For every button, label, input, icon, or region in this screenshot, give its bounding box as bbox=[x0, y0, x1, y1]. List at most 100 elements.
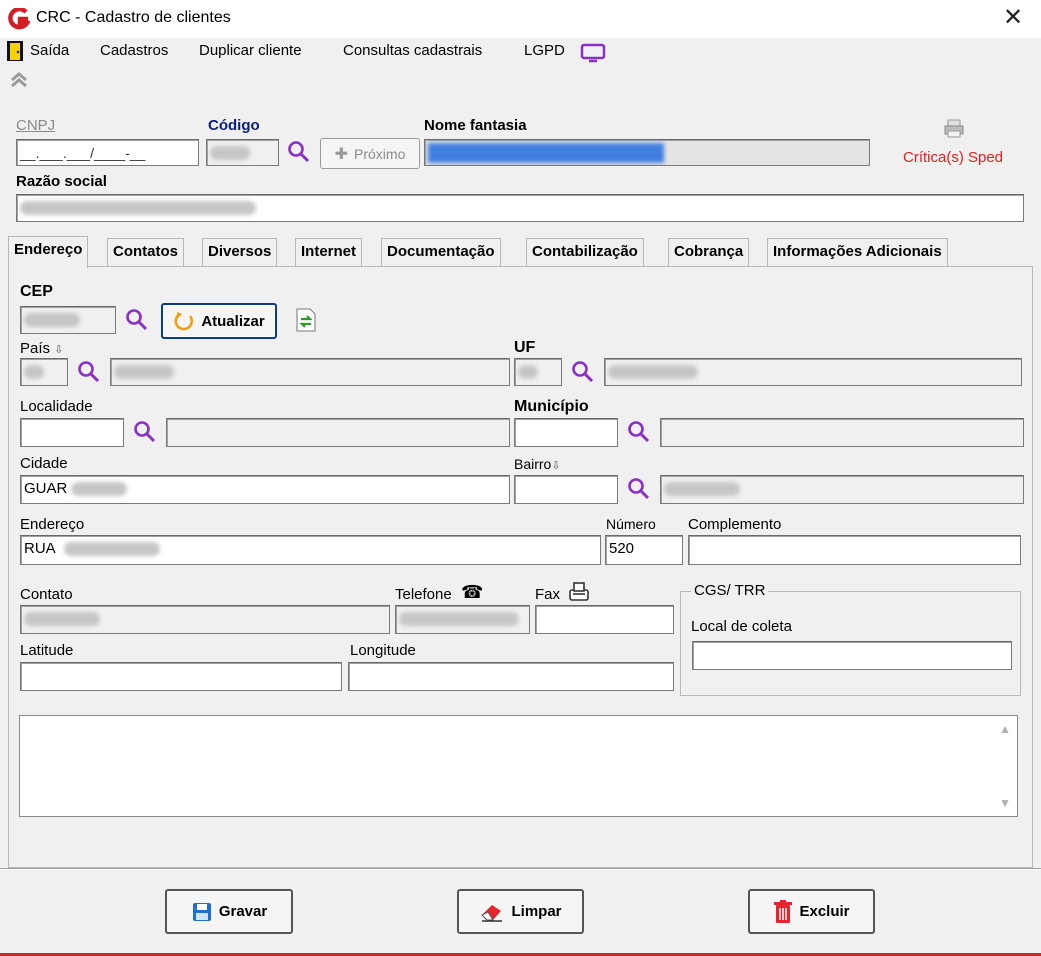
cnpj-input[interactable]: __.___.___/____-__ bbox=[16, 139, 199, 166]
title-bar: CRC - Cadastro de clientes ✕ bbox=[0, 0, 1041, 38]
close-button[interactable]: ✕ bbox=[998, 4, 1028, 34]
menu-bar: Saída Cadastros Duplicar cliente Consult… bbox=[0, 38, 1041, 66]
localidade-code-input[interactable] bbox=[20, 418, 124, 447]
trash-icon bbox=[774, 899, 793, 923]
proximo-label: Próximo bbox=[354, 145, 406, 162]
menu-consultas-cadastrais[interactable]: Consultas cadastrais bbox=[343, 42, 482, 59]
latitude-label: Latitude bbox=[20, 642, 74, 659]
menu-lgpd[interactable]: LGPD bbox=[524, 42, 565, 59]
atualizar-button[interactable]: Atualizar bbox=[161, 303, 277, 339]
proximo-button[interactable]: ✚ Próximo bbox=[320, 138, 420, 169]
nome-fantasia-label: Nome fantasia bbox=[424, 117, 527, 134]
menu-duplicar-cliente[interactable]: Duplicar cliente bbox=[199, 42, 302, 59]
criticas-sped-link[interactable]: Crítica(s) Sped bbox=[903, 149, 1003, 166]
tab-endereco[interactable]: Endereço bbox=[8, 236, 89, 268]
contato-input[interactable] bbox=[20, 605, 390, 634]
contato-label: Contato bbox=[20, 586, 73, 603]
scroll-down-icon[interactable]: ▼ bbox=[999, 796, 1011, 810]
codigo-input[interactable] bbox=[206, 139, 279, 166]
complemento-input[interactable] bbox=[688, 535, 1021, 565]
tab-documentacao[interactable]: Documentação bbox=[381, 238, 501, 266]
pais-code-input[interactable] bbox=[20, 358, 68, 386]
window-title: CRC - Cadastro de clientes bbox=[36, 9, 231, 26]
limpar-label: Limpar bbox=[511, 903, 562, 920]
tab-informacoes-adicionais[interactable]: Informações Adicionais bbox=[767, 238, 948, 266]
tab-contabilizacao[interactable]: Contabilização bbox=[526, 238, 644, 266]
scroll-up-icon[interactable]: ▲ bbox=[999, 722, 1011, 736]
cep-label: CEP bbox=[20, 283, 53, 300]
search-codigo-icon[interactable] bbox=[286, 139, 312, 165]
uf-name-input[interactable] bbox=[604, 358, 1022, 386]
search-bairro-icon[interactable] bbox=[626, 476, 652, 502]
app-logo-icon bbox=[8, 8, 30, 30]
endereco-value: RUA bbox=[24, 540, 56, 557]
fax-label: Fax bbox=[535, 586, 561, 603]
municipio-name-input[interactable] bbox=[660, 418, 1024, 447]
refresh-icon bbox=[174, 312, 194, 331]
search-cep-icon[interactable] bbox=[124, 307, 150, 333]
local-coleta-input[interactable] bbox=[692, 641, 1012, 670]
save-disk-icon bbox=[192, 902, 211, 921]
tab-internet[interactable]: Internet bbox=[295, 238, 363, 266]
cnpj-label: CNPJ bbox=[16, 117, 56, 134]
complemento-label: Complemento bbox=[688, 516, 782, 533]
localidade-label: Localidade bbox=[20, 398, 93, 415]
menu-saida[interactable]: Saída bbox=[30, 42, 69, 59]
endereco-input[interactable]: RUA bbox=[20, 535, 601, 565]
codigo-label: Código bbox=[208, 117, 260, 134]
observacoes-memo[interactable]: ▲ ▼ bbox=[19, 715, 1018, 817]
endereco-label: Endereço bbox=[20, 516, 85, 533]
localidade-name-input[interactable] bbox=[166, 418, 510, 447]
longitude-input[interactable] bbox=[348, 662, 674, 691]
search-localidade-icon[interactable] bbox=[132, 419, 158, 445]
cidade-input[interactable]: GUAR bbox=[20, 475, 510, 504]
limpar-button[interactable]: Limpar bbox=[457, 889, 584, 934]
plus-icon: ✚ bbox=[334, 145, 349, 163]
numero-input[interactable]: 520 bbox=[605, 535, 683, 565]
atualizar-label: Atualizar bbox=[201, 312, 265, 330]
pais-sort-arrow-icon: ⇩ bbox=[54, 344, 64, 356]
gravar-label: Gravar bbox=[218, 903, 268, 920]
uf-label: UF bbox=[514, 339, 536, 356]
tab-cobranca[interactable]: Cobrança bbox=[668, 238, 750, 266]
uf-code-input[interactable] bbox=[514, 358, 562, 386]
excluir-label: Excluir bbox=[799, 903, 850, 920]
municipio-code-input[interactable] bbox=[514, 418, 618, 447]
telephone-icon: ☎ bbox=[461, 582, 484, 602]
fax-input[interactable] bbox=[535, 605, 674, 634]
telefone-input[interactable] bbox=[395, 605, 530, 634]
monitor-icon[interactable] bbox=[580, 43, 606, 63]
tab-contatos[interactable]: Contatos bbox=[107, 238, 184, 266]
document-arrows-icon[interactable] bbox=[293, 307, 319, 333]
pais-name-input[interactable] bbox=[110, 358, 510, 386]
latitude-input[interactable] bbox=[20, 662, 342, 691]
bairro-sort-arrow-icon: ⇩ bbox=[551, 460, 561, 472]
fax-machine-icon bbox=[569, 582, 589, 601]
search-pais-icon[interactable] bbox=[76, 359, 102, 385]
bairro-code-input[interactable] bbox=[514, 475, 618, 504]
razao-social-input[interactable] bbox=[16, 194, 1024, 222]
menu-cadastros[interactable]: Cadastros bbox=[100, 42, 168, 59]
printer-icon[interactable] bbox=[942, 118, 966, 140]
bairro-label: Bairro⇩ bbox=[514, 456, 561, 472]
search-uf-icon[interactable] bbox=[570, 359, 596, 385]
bairro-name-input[interactable] bbox=[660, 475, 1024, 504]
cep-input[interactable] bbox=[20, 306, 116, 334]
municipio-label: Município bbox=[514, 398, 589, 415]
local-coleta-label: Local de coleta bbox=[691, 618, 792, 635]
eraser-icon bbox=[481, 904, 503, 922]
footer-divider bbox=[0, 868, 1041, 870]
exit-door-icon bbox=[7, 41, 23, 61]
search-municipio-icon[interactable] bbox=[626, 419, 652, 445]
gravar-button[interactable]: Gravar bbox=[165, 889, 293, 934]
cgs-trr-title: CGS/ TRR bbox=[691, 582, 769, 599]
cgs-trr-group: CGS/ TRR Local de coleta bbox=[680, 582, 1021, 696]
refresh-arrows-icon[interactable] bbox=[8, 71, 30, 93]
tab-diversos[interactable]: Diversos bbox=[202, 238, 278, 266]
telefone-label: Telefone bbox=[395, 586, 452, 603]
cidade-value: GUAR bbox=[24, 480, 68, 497]
longitude-label: Longitude bbox=[350, 642, 416, 659]
razao-social-label: Razão social bbox=[16, 173, 107, 190]
nome-fantasia-input[interactable] bbox=[424, 139, 870, 166]
excluir-button[interactable]: Excluir bbox=[748, 889, 875, 934]
